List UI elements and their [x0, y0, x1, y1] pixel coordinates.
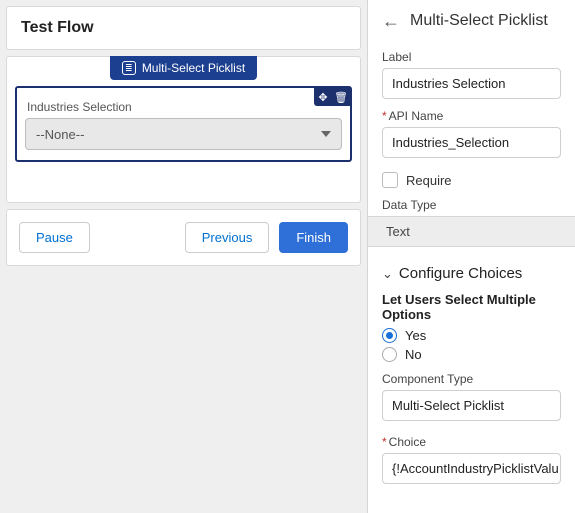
- footer-buttons: Pause Previous Finish: [7, 210, 360, 265]
- properties-panel: ← Multi-Select Picklist Label API Name R…: [367, 0, 575, 513]
- picklist-icon: ≣: [122, 61, 136, 75]
- flow-title-card: Test Flow: [6, 6, 361, 50]
- field-label: Industries Selection: [27, 100, 340, 114]
- component-pill-label: Multi-Select Picklist: [142, 61, 245, 75]
- preview-panel: Test Flow ≣ Multi-Select Picklist ✥ 🗑 In…: [0, 0, 367, 513]
- previous-button[interactable]: Previous: [185, 222, 270, 253]
- api-name-input[interactable]: [382, 127, 561, 158]
- radio-yes-label: Yes: [405, 328, 426, 343]
- section-label: Configure Choices: [399, 265, 522, 282]
- chevron-down-icon: ⌄: [382, 266, 393, 282]
- require-checkbox[interactable]: [382, 172, 398, 188]
- picklist-combobox[interactable]: --None--: [25, 118, 342, 150]
- component-type-value: Multi-Select Picklist: [392, 398, 504, 413]
- footer-card: Pause Previous Finish: [6, 209, 361, 266]
- require-label: Require: [406, 173, 452, 188]
- flow-title: Test Flow: [7, 7, 360, 49]
- radio-no[interactable]: [382, 347, 397, 362]
- move-icon[interactable]: ✥: [314, 88, 332, 106]
- data-type-label: Data Type: [382, 198, 561, 212]
- radio-no-label: No: [405, 347, 422, 362]
- label-input[interactable]: [382, 68, 561, 99]
- radio-no-row[interactable]: No: [382, 347, 561, 362]
- canvas-card: ≣ Multi-Select Picklist ✥ 🗑 Industries S…: [6, 56, 361, 203]
- label-field-label: Label: [382, 50, 561, 64]
- choice-label: Choice: [382, 435, 561, 449]
- chevron-down-icon: [321, 131, 331, 137]
- data-type-value: Text: [368, 216, 575, 247]
- finish-button[interactable]: Finish: [279, 222, 348, 253]
- configure-choices-toggle[interactable]: ⌄ Configure Choices: [382, 265, 561, 282]
- multi-options-label: Let Users Select Multiple Options: [382, 292, 561, 322]
- component-type-label: Component Type: [382, 372, 561, 386]
- radio-yes[interactable]: [382, 328, 397, 343]
- api-name-label: API Name: [382, 109, 561, 123]
- back-arrow-icon[interactable]: ←: [382, 12, 400, 30]
- require-row[interactable]: Require: [382, 172, 561, 188]
- radio-yes-row[interactable]: Yes: [382, 328, 561, 343]
- panel-title: Multi-Select Picklist: [410, 12, 548, 30]
- delete-icon[interactable]: 🗑: [332, 88, 350, 106]
- combobox-value: --None--: [36, 127, 84, 142]
- component-toolbar: ✥ 🗑: [314, 88, 350, 106]
- selected-component[interactable]: ✥ 🗑 Industries Selection --None--: [15, 86, 352, 162]
- choice-select[interactable]: {!AccountIndustryPicklistValu: [382, 453, 561, 484]
- choice-value: {!AccountIndustryPicklistValu: [392, 461, 559, 476]
- pause-button[interactable]: Pause: [19, 222, 90, 253]
- component-pill[interactable]: ≣ Multi-Select Picklist: [110, 56, 257, 80]
- component-type-select[interactable]: Multi-Select Picklist: [382, 390, 561, 421]
